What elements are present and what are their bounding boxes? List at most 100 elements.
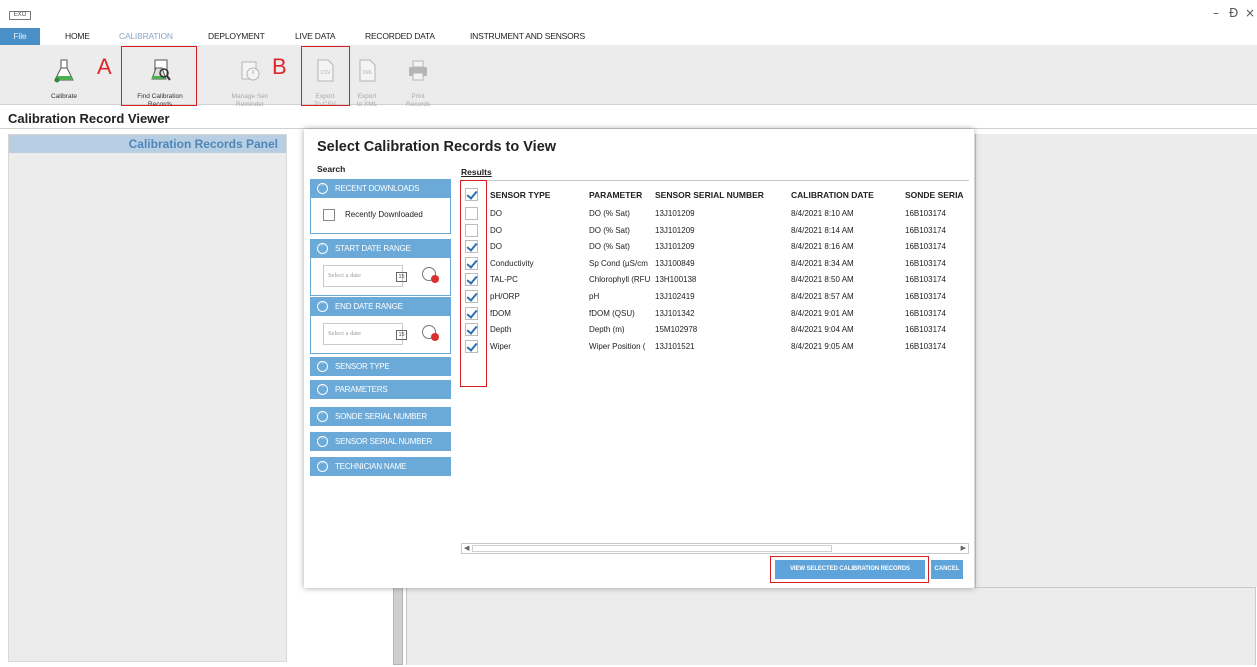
table-row[interactable]: Conductivity Sp Cond (µS/cm 13J100849 8/4/2…: [461, 256, 969, 271]
manage-sensor-reminders-label: Manage Sen Reminder: [231, 93, 269, 108]
section-label: SONDE SERIAL NUMBER: [335, 412, 427, 421]
section-header-technician-name[interactable]: ˇ TECHNICIAN NAME: [310, 457, 451, 476]
clear-date-icon[interactable]: [422, 325, 439, 341]
section-header-parameters[interactable]: ˇ PARAMETERS: [310, 380, 451, 399]
cell-sonde-serial: 16B103174: [905, 209, 946, 218]
chevron-up-icon: ˆ: [317, 183, 328, 194]
section-sonde-serial-number[interactable]: ˇ SONDE SERIAL NUMBER: [310, 407, 451, 426]
section-body: Recently Downloaded: [310, 198, 451, 234]
clear-date-icon[interactable]: [422, 267, 439, 283]
cell-calibration-date: 8/4/2021 8:57 AM: [791, 292, 854, 301]
horizontal-scrollbar[interactable]: ◀ ▶: [461, 543, 969, 554]
detail-area-bottom: [406, 587, 1256, 665]
section-technician-name[interactable]: ˇ TECHNICIAN NAME: [310, 457, 451, 476]
select-records-dialog: Select Calibration Records to View Searc…: [304, 129, 974, 588]
restore-icon[interactable]: Ɖ: [1229, 6, 1238, 20]
tab-file[interactable]: File: [0, 28, 40, 45]
manage-sensor-reminders-button[interactable]: Manage Sen Reminder: [225, 51, 275, 108]
tab-home[interactable]: HOME: [65, 28, 90, 45]
scroll-left-icon[interactable]: ◀: [464, 544, 469, 553]
section-label: END DATE RANGE: [335, 302, 403, 311]
tab-calibration[interactable]: CALIBRATION: [119, 28, 173, 45]
cell-sonde-serial: 16B103174: [905, 292, 946, 301]
cell-parameter: pH: [589, 292, 600, 301]
close-icon[interactable]: ×: [1245, 6, 1255, 20]
chevron-down-icon: ˇ: [317, 361, 328, 372]
annotation-letter-b: B: [272, 54, 287, 79]
table-row[interactable]: pH/ORP pH 13J102419 8/4/2021 8:57 AM 16B1031…: [461, 289, 969, 304]
page-title: Calibration Record Viewer: [8, 111, 170, 126]
calendar-icon[interactable]: 15: [396, 330, 407, 340]
scroll-right-icon[interactable]: ▶: [961, 544, 966, 553]
cell-calibration-date: 8/4/2021 8:34 AM: [791, 258, 854, 268]
calibrate-button[interactable]: Calibrate: [42, 51, 86, 101]
cell-sensor-type: Conductivity: [490, 258, 534, 268]
cell-sensor-type: TAL-PC: [490, 275, 518, 285]
section-header-end-date-range[interactable]: ˆ END DATE RANGE: [310, 297, 451, 316]
cell-calibration-date: 8/4/2021 9:04 AM: [791, 325, 854, 335]
cell-parameter: Wiper Position (: [589, 341, 646, 351]
section-header-recent-downloads[interactable]: ˆ RECENT DOWNLOADS: [310, 179, 451, 198]
tab-live-data[interactable]: LIVE DATA: [295, 28, 336, 45]
dialog-title: Select Calibration Records to View: [317, 139, 557, 155]
column-header-calibration-date[interactable]: CALIBRATION DATE: [791, 186, 899, 204]
table-row[interactable]: DO DO (% Sat) 13J101209 8/4/2021 8:10 AM 16B…: [461, 206, 969, 221]
section-header-sensor-type[interactable]: ˇ SENSOR TYPE: [310, 357, 451, 376]
cell-sonde-serial: 16B103174: [905, 225, 946, 235]
section-header-sensor-serial-number[interactable]: ˇ SENSOR SERIAL NUMBER: [310, 432, 451, 451]
scrollbar-thumb[interactable]: [472, 545, 832, 552]
menu-bar: File HOME CALIBRATION DEPLOYMENT LIVE DA…: [0, 28, 1257, 45]
section-parameters[interactable]: ˇ PARAMETERS: [310, 380, 451, 399]
highlight-find-records: [121, 46, 197, 106]
section-body: Select a date 15: [310, 258, 451, 296]
export-to-xml-button[interactable]: XML Export to XML: [349, 51, 385, 108]
cell-sensor-serial: 13J100849: [655, 258, 695, 268]
cell-calibration-date: 8/4/2021 8:10 AM: [791, 209, 854, 218]
cancel-button[interactable]: CANCEL: [931, 560, 963, 579]
table-row[interactable]: DO DO (% Sat) 13J101209 8/4/2021 8:14 AM 16B…: [461, 223, 969, 238]
chevron-up-icon: ˆ: [317, 301, 328, 312]
recently-downloaded-checkbox[interactable]: [323, 209, 335, 221]
cell-sensor-serial: 13H100138: [655, 275, 697, 285]
section-header-sonde-serial-number[interactable]: ˇ SONDE SERIAL NUMBER: [310, 407, 451, 426]
column-header-sensor-serial-number[interactable]: SENSOR SERIAL NUMBER: [655, 186, 785, 204]
tab-deployment[interactable]: DEPLOYMENT: [208, 28, 265, 45]
column-header-sensor-type[interactable]: SENSOR TYPE: [490, 186, 582, 204]
table-row[interactable]: TAL-PC Chlorophyll (RFU 13H100138 8/4/2021 …: [461, 272, 969, 287]
app-logo: EXO: [9, 11, 31, 20]
panel-title: Calibration Records Panel: [9, 135, 286, 153]
table-top-border: [461, 180, 969, 181]
calibrate-label: Calibrate: [50, 93, 77, 100]
section-header-start-date-range[interactable]: ˆ START DATE RANGE: [310, 239, 451, 258]
print-records-button[interactable]: Print Records: [398, 51, 438, 108]
xml-icon: XML: [359, 59, 376, 81]
column-header-sonde-serial[interactable]: SONDE SERIA: [905, 186, 969, 204]
chevron-down-icon: ˇ: [317, 411, 328, 422]
cell-calibration-date: 8/4/2021 8:50 AM: [791, 275, 854, 285]
cell-parameter: DO (% Sat): [589, 242, 630, 252]
cell-sensor-type: fDOM: [490, 308, 511, 318]
column-header-parameter[interactable]: PARAMETER: [589, 186, 653, 204]
table-row[interactable]: Depth Depth (m) 15M102978 8/4/2021 9:04 AM 1…: [461, 322, 969, 337]
tab-recorded-data[interactable]: RECORDED DATA: [365, 28, 435, 45]
table-row[interactable]: Wiper Wiper Position (13J101521 8/4/2021 9…: [461, 339, 969, 354]
app-window: EXO – Ɖ × File HOME CALIBRATION DEPLOYME…: [0, 0, 1257, 667]
splitter-handle[interactable]: [393, 587, 403, 665]
cell-sensor-type: Depth: [490, 325, 512, 335]
cell-sensor-serial: 13J101342: [655, 308, 695, 318]
start-date-input[interactable]: Select a date 15: [323, 265, 407, 287]
calendar-icon[interactable]: 15: [396, 272, 407, 282]
chevron-up-icon: ˆ: [317, 243, 328, 254]
end-date-input[interactable]: Select a date 15: [323, 323, 407, 345]
tab-instrument-and-sensors[interactable]: INSTRUMENT AND SENSORS: [470, 28, 585, 45]
section-sensor-serial-number[interactable]: ˇ SENSOR SERIAL NUMBER: [310, 432, 451, 451]
minimize-icon[interactable]: –: [1213, 6, 1219, 20]
section-sensor-type[interactable]: ˇ SENSOR TYPE: [310, 357, 451, 376]
cell-sonde-serial: 16B103174: [905, 275, 946, 285]
cell-calibration-date: 8/4/2021 9:05 AM: [791, 341, 854, 351]
table-row[interactable]: DO DO (% Sat) 13J101209 8/4/2021 8:16 AM 16B…: [461, 239, 969, 254]
reminder-icon: [241, 61, 260, 80]
cell-sonde-serial: 16B103174: [905, 258, 946, 268]
table-row[interactable]: fDOM fDOM (QSU) 13J101342 8/4/2021 9:01 AM 1…: [461, 306, 969, 321]
section-label: START DATE RANGE: [335, 244, 411, 253]
